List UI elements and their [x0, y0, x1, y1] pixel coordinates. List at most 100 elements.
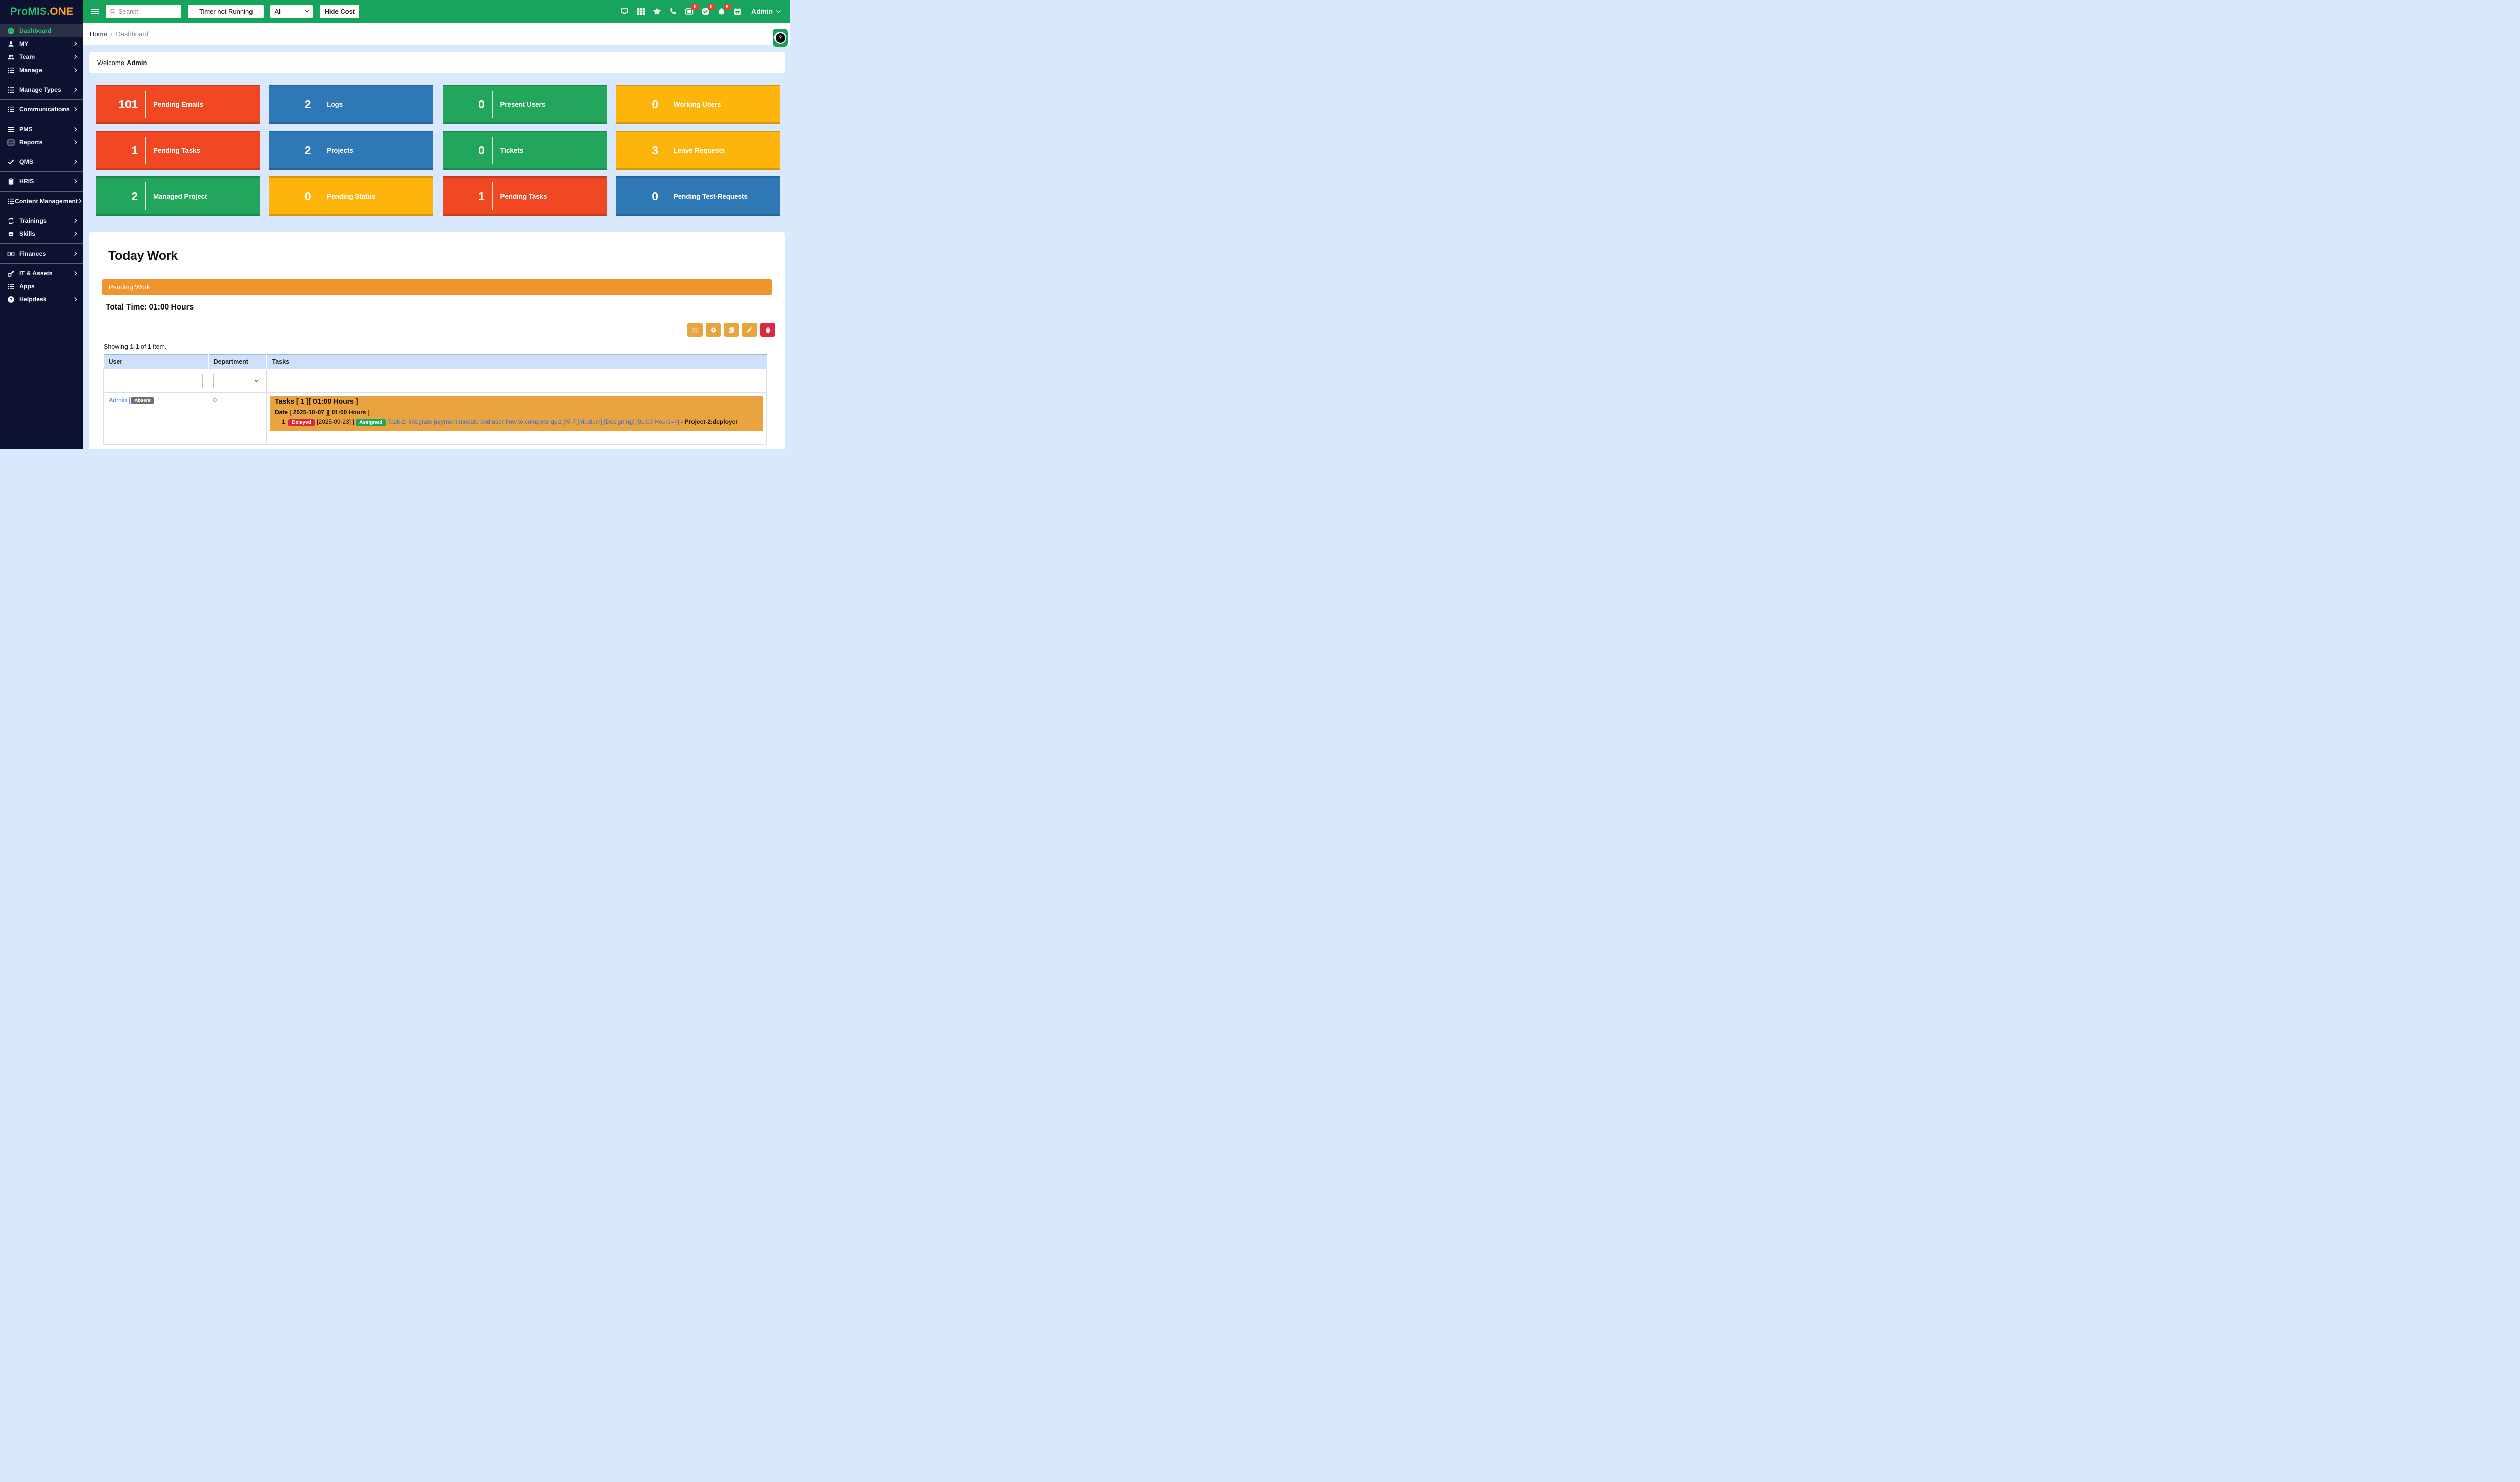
- chevron-right-icon: [73, 41, 78, 46]
- pencil-button[interactable]: [742, 323, 757, 337]
- app-logo[interactable]: ProMIS.ONE: [0, 0, 83, 23]
- today-work-section: Today Work Pending Work Total Time: 01:0…: [89, 232, 785, 449]
- bell-icon[interactable]: 9: [717, 7, 726, 16]
- sidebar-item-qms[interactable]: QMS: [0, 155, 83, 168]
- status-badge: Absent: [131, 397, 153, 404]
- search-input[interactable]: [106, 5, 181, 18]
- department-filter-select[interactable]: [213, 374, 261, 388]
- welcome-prefix: Welcome: [97, 59, 124, 67]
- stat-card-logs[interactable]: 2Logs: [269, 85, 433, 124]
- column-header-department[interactable]: Department: [208, 355, 267, 369]
- check-icon: [7, 158, 19, 166]
- breadcrumb-separator: /: [111, 30, 113, 38]
- graduation-cap-icon: [7, 230, 19, 238]
- sidebar-item-manage[interactable]: Manage: [0, 64, 83, 77]
- stat-cards-grid: 101Pending Emails2Logs 0Present Users0Wor…: [96, 85, 780, 216]
- star-icon[interactable]: [653, 7, 661, 16]
- stat-card-pending-test-requests[interactable]: 0Pending Test-Requests: [616, 176, 780, 216]
- sidebar-item-skills[interactable]: Skills: [0, 227, 83, 240]
- stat-card-pending-tasks[interactable]: 1Pending Tasks: [96, 131, 260, 170]
- stat-card-tickets[interactable]: 0Tickets: [443, 131, 607, 170]
- sidebar-item-reports[interactable]: Reports: [0, 136, 83, 149]
- breadcrumb-home-link[interactable]: Home: [90, 30, 107, 38]
- notification-badge: 0: [708, 4, 715, 10]
- sync-icon: [7, 217, 19, 225]
- stat-label: Pending Status: [319, 193, 375, 200]
- list-icon: [7, 86, 19, 94]
- phone-icon[interactable]: [669, 7, 677, 16]
- sidebar-item-manage-types[interactable]: Manage Types: [0, 83, 83, 96]
- table-icon: [7, 139, 19, 146]
- sidebar-item-helpdesk[interactable]: ?Helpdesk: [0, 293, 83, 306]
- sidebar-item-content-management[interactable]: Content Management: [0, 195, 83, 208]
- check-circle-icon[interactable]: 0: [701, 7, 710, 16]
- sidebar-group: IT & AssetsApps?Helpdesk: [0, 263, 83, 309]
- stat-card-managed-project[interactable]: 2Managed Project: [96, 176, 260, 216]
- user-link[interactable]: Admin []: [109, 397, 132, 404]
- checklist-icon: [7, 106, 19, 113]
- gear-button[interactable]: [706, 323, 721, 337]
- topbar: Timer not Running All Hide Cost 009 Admi…: [83, 0, 790, 23]
- table-header-row: User Department Tasks: [104, 355, 767, 369]
- stat-card-pending-status[interactable]: 0Pending Status: [269, 176, 433, 216]
- stat-card-present-users[interactable]: 0Present Users: [443, 85, 607, 124]
- sidebar-item-label: Finances: [19, 250, 73, 257]
- stat-label: Logs: [319, 101, 343, 108]
- breadcrumb-current: Dashboard: [116, 30, 148, 38]
- notification-badge: 0: [691, 4, 699, 10]
- stat-label: Working Users: [666, 101, 721, 108]
- column-header-tasks[interactable]: Tasks: [267, 355, 767, 369]
- task-link[interactable]: Task-2: Integrate payment module and use…: [387, 418, 679, 425]
- sidebar-item-pms[interactable]: PMS: [0, 122, 83, 136]
- user-menu[interactable]: Admin: [751, 8, 781, 15]
- sidebar-item-label: Dashboard: [19, 27, 78, 34]
- sidebar-group: QMS: [0, 152, 83, 171]
- task-date-tag: [2025-09-23] ]: [317, 418, 354, 425]
- timer-button[interactable]: Timer not Running: [188, 5, 264, 18]
- sidebar-item-team[interactable]: Team: [0, 50, 83, 64]
- sidebar-item-dashboard[interactable]: Dashboard: [0, 24, 83, 37]
- sidebar-item-trainings[interactable]: Trainings: [0, 214, 83, 227]
- department-value: 0: [208, 393, 267, 445]
- global-filter-select[interactable]: All: [270, 5, 313, 18]
- sidebar-item-my[interactable]: MY: [0, 37, 83, 50]
- sidebar-item-it-assets[interactable]: IT & Assets: [0, 267, 83, 280]
- hide-cost-button[interactable]: Hide Cost: [320, 5, 359, 18]
- stat-card-projects[interactable]: 2Projects: [269, 131, 433, 170]
- sidebar-item-label: Helpdesk: [19, 296, 73, 303]
- calendar-icon[interactable]: [733, 7, 742, 16]
- chevron-right-icon: [73, 140, 78, 145]
- question-circle-icon: ?: [7, 296, 19, 303]
- sidebar-group: Communications: [0, 99, 83, 119]
- sidebar-group: HRIS: [0, 171, 83, 191]
- list-icon: [7, 283, 19, 290]
- chevron-right-icon: [73, 231, 78, 236]
- stat-card-leave-requests[interactable]: 3Leave Requests: [616, 131, 780, 170]
- inbox-icon[interactable]: [620, 7, 629, 16]
- ticket-icon[interactable]: 0: [685, 7, 694, 16]
- list-button[interactable]: [687, 323, 703, 337]
- sidebar-item-apps[interactable]: Apps: [0, 280, 83, 293]
- welcome-user: Admin: [127, 59, 147, 67]
- user-filter-input[interactable]: [109, 374, 203, 388]
- sidebar-item-hris[interactable]: HRIS: [0, 175, 83, 188]
- help-button[interactable]: ?: [773, 29, 788, 47]
- dashboard-icon: [7, 27, 19, 35]
- column-header-user[interactable]: User: [104, 355, 208, 369]
- copy-button[interactable]: [724, 323, 739, 337]
- grid-icon[interactable]: [637, 7, 645, 16]
- pending-work-bar[interactable]: Pending Work: [102, 279, 772, 295]
- sidebar-item-label: Team: [19, 53, 73, 60]
- sidebar-item-finances[interactable]: Finances: [0, 247, 83, 260]
- stat-label: Leave Requests: [666, 147, 725, 154]
- stat-card-pending-emails[interactable]: 101Pending Emails: [96, 85, 260, 124]
- stat-card-pending-tasks[interactable]: 1Pending Tasks: [443, 176, 607, 216]
- stat-card-working-users[interactable]: 0Working Users: [616, 85, 780, 124]
- trash-button[interactable]: [760, 323, 775, 337]
- sidebar-item-communications[interactable]: Communications: [0, 103, 83, 116]
- sidebar-group: TrainingsSkills: [0, 211, 83, 243]
- section-title: Today Work: [108, 232, 772, 263]
- menu-toggle-icon[interactable]: [91, 7, 99, 16]
- user-menu-label: Admin: [751, 8, 773, 15]
- chevron-right-icon: [73, 107, 78, 112]
